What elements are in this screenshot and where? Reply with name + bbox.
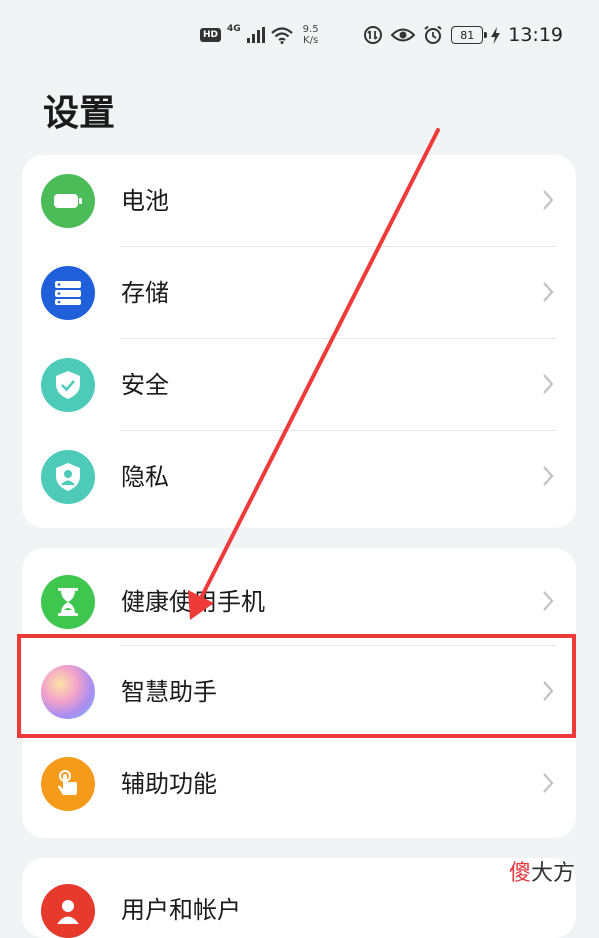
watermark: 傻 大方 xyxy=(509,855,575,887)
watermark-text: 大方 xyxy=(531,861,576,886)
annotation-arrow xyxy=(188,128,440,620)
watermark-accent: 傻 xyxy=(509,861,532,886)
